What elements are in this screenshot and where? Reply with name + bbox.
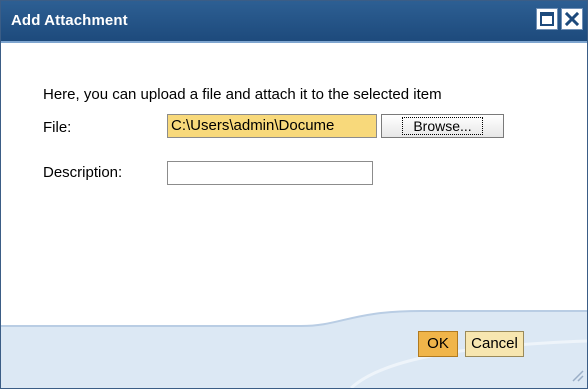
description-label: Description: (43, 164, 123, 181)
add-attachment-dialog: Add Attachment Here, you can upload a fi… (0, 0, 588, 389)
dialog-titlebar[interactable]: Add Attachment (1, 1, 587, 43)
browse-button[interactable]: Browse... (381, 114, 504, 138)
dialog-title: Add Attachment (11, 12, 128, 29)
close-icon (564, 11, 580, 27)
resize-grip-icon[interactable] (569, 367, 585, 383)
dialog-content: Here, you can upload a file and attach i… (1, 43, 587, 343)
file-path-field[interactable]: C:\Users\admin\Docume (167, 114, 377, 138)
maximize-icon (540, 12, 554, 26)
maximize-button[interactable] (536, 8, 558, 30)
close-button[interactable] (561, 8, 583, 30)
browse-button-label: Browse... (402, 117, 483, 135)
cancel-button[interactable]: Cancel (465, 331, 524, 357)
ok-button[interactable]: OK (418, 331, 458, 357)
description-input[interactable] (167, 161, 373, 185)
intro-text: Here, you can upload a file and attach i… (43, 86, 442, 103)
file-label: File: (43, 119, 72, 136)
